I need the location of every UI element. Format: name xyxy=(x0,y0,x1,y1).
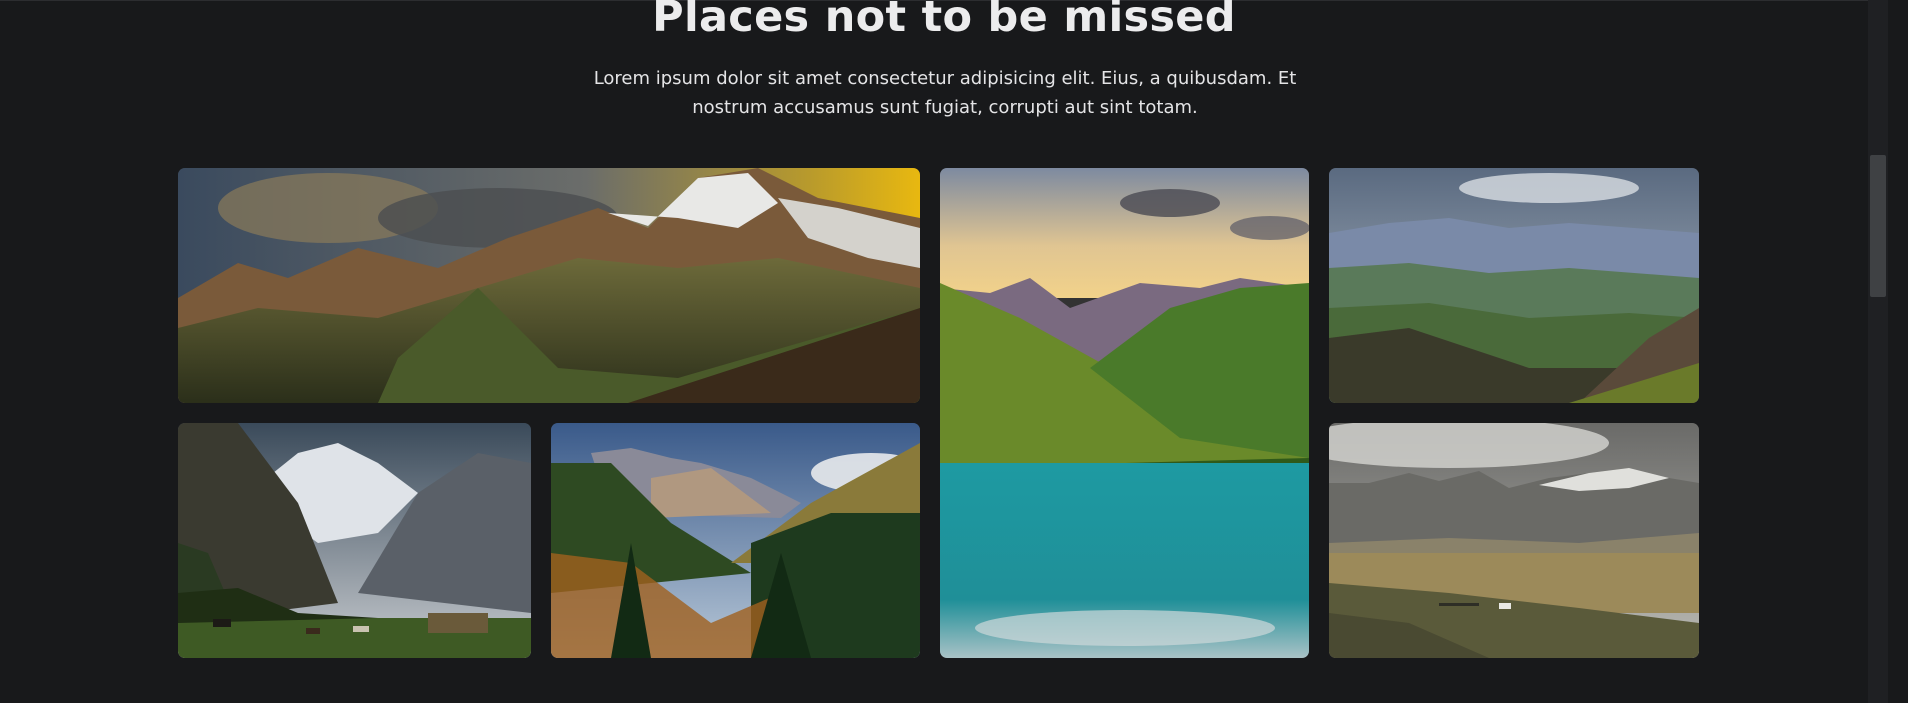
snowy-peak-horses-image xyxy=(178,423,531,658)
gallery-image-plateau[interactable] xyxy=(1329,423,1699,658)
section-description: Lorem ipsum dolor sit amet consectetur a… xyxy=(593,68,1297,118)
page: Places not to be missed Lorem ipsum dolo… xyxy=(0,0,1888,703)
gallery-image-turquoise-lake[interactable] xyxy=(940,168,1309,658)
gallery-image-mountain-range[interactable] xyxy=(178,168,920,403)
gallery-image-forest-valley[interactable] xyxy=(551,423,920,658)
scrollbar-track[interactable] xyxy=(1868,0,1888,703)
gallery-image-snowy-peak-horses[interactable] xyxy=(178,423,531,658)
plateau-image xyxy=(1329,423,1699,658)
forest-valley-image xyxy=(551,423,920,658)
section-title: Places not to be missed xyxy=(652,0,1236,42)
mountain-range-image xyxy=(178,168,920,403)
green-valley-image xyxy=(1329,168,1699,403)
scrollbar-thumb[interactable] xyxy=(1870,155,1886,297)
turquoise-lake-image xyxy=(940,168,1309,658)
gallery-image-green-valley[interactable] xyxy=(1329,168,1699,403)
